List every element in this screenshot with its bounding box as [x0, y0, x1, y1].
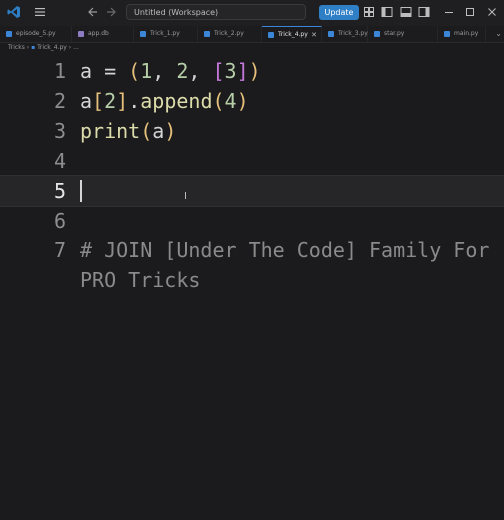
python-file-icon — [328, 31, 334, 37]
arrow-left-icon[interactable] — [86, 6, 98, 18]
python-file-icon: ▪ — [31, 44, 36, 51]
close-window-icon[interactable] — [486, 6, 498, 18]
toggle-primary-sidebar-icon[interactable] — [381, 6, 393, 18]
tab-trick-3[interactable]: Trick_3.py — [322, 26, 368, 42]
comment-text: # JOIN [Under The Code] Family For — [80, 238, 490, 262]
line-number: 6 — [53, 209, 66, 233]
tab-star[interactable]: star.py — [368, 26, 438, 42]
tab-label: Trick_2.py — [214, 30, 244, 37]
tab-trick-1[interactable]: Trick_1.py — [134, 26, 198, 42]
close-tab-icon[interactable]: ✕ — [311, 27, 317, 43]
minimize-icon[interactable] — [443, 6, 455, 18]
tab-overflow-icon[interactable]: ⌄ — [495, 29, 502, 38]
code-line-5-current[interactable]: 5 I — [0, 175, 504, 207]
code-editor[interactable]: 1 a = (1, 2, [3]) 2 a[2].append(4) 3 pri… — [0, 54, 504, 520]
python-file-icon — [268, 32, 274, 38]
tab-label: main.py — [454, 30, 479, 37]
toggle-panel-icon[interactable] — [400, 6, 412, 18]
text-cursor — [80, 180, 82, 202]
python-file-icon — [374, 31, 380, 37]
tab-label: Trick_3.py — [338, 30, 368, 37]
python-file-icon — [444, 31, 450, 37]
menu-icon[interactable] — [34, 6, 46, 18]
code-text: a[2].append(4) — [80, 89, 249, 113]
breadcrumb-folder[interactable]: Tricks — [8, 44, 25, 51]
code-line-2[interactable]: 2 a[2].append(4) — [0, 86, 504, 116]
line-number: 3 — [53, 119, 66, 143]
code-line-1[interactable]: 1 a = (1, 2, [3]) — [0, 56, 504, 86]
command-center-search[interactable]: Untitled (Workspace) — [126, 4, 306, 20]
tab-trick-4[interactable]: Trick_4.py ✕ — [262, 26, 322, 42]
line-number: 4 — [53, 149, 66, 173]
tab-label: episode_5.py — [16, 30, 56, 37]
breadcrumb-file[interactable]: Trick_4.py — [37, 44, 67, 51]
breadcrumb: Tricks › ▪ Trick_4.py › ... — [8, 43, 79, 53]
tab-label: app.db — [88, 30, 109, 37]
python-file-icon — [204, 31, 210, 37]
toggle-secondary-sidebar-icon[interactable] — [418, 6, 430, 18]
code-line-6[interactable]: 6 — [0, 206, 504, 236]
search-text: Untitled (Workspace) — [134, 8, 219, 17]
database-file-icon — [78, 31, 84, 37]
python-file-icon — [6, 31, 12, 37]
line-number: 5 — [53, 179, 66, 203]
python-file-icon — [140, 31, 146, 37]
line-number: 7 — [53, 238, 66, 262]
code-line-4[interactable]: 4 — [0, 146, 504, 176]
arrow-right-icon[interactable] — [106, 6, 118, 18]
tab-main[interactable]: main.py — [438, 26, 486, 42]
tab-label: Trick_1.py — [150, 30, 180, 37]
code-text: a = (1, 2, [3]) — [80, 59, 261, 83]
code-line-3[interactable]: 3 print(a) — [0, 116, 504, 146]
tab-trick-2[interactable]: Trick_2.py — [198, 26, 262, 42]
editor-tab-bar: episode_5.py app.db Trick_1.py Trick_2.p… — [0, 26, 504, 43]
tab-label: star.py — [384, 30, 405, 37]
maximize-icon[interactable] — [464, 6, 476, 18]
line-number: 2 — [53, 89, 66, 113]
tab-label: Trick_4.py — [278, 31, 308, 38]
customize-layout-icon[interactable] — [363, 6, 375, 18]
line-number: 1 — [53, 59, 66, 83]
code-line-7-wrap[interactable]: PRO Tricks — [0, 265, 504, 295]
code-text: print(a) — [80, 119, 177, 143]
tab-app-db[interactable]: app.db — [72, 26, 134, 42]
title-bar: Untitled (Workspace) Update — [0, 0, 504, 26]
tab-episode-5[interactable]: episode_5.py — [0, 26, 72, 42]
vscode-logo-icon[interactable] — [7, 5, 21, 19]
update-button[interactable]: Update — [319, 5, 359, 20]
breadcrumb-more[interactable]: ... — [73, 44, 79, 51]
comment-text-wrapped: PRO Tricks — [80, 268, 201, 292]
code-line-7[interactable]: 7 # JOIN [Under The Code] Family For — [0, 235, 504, 265]
